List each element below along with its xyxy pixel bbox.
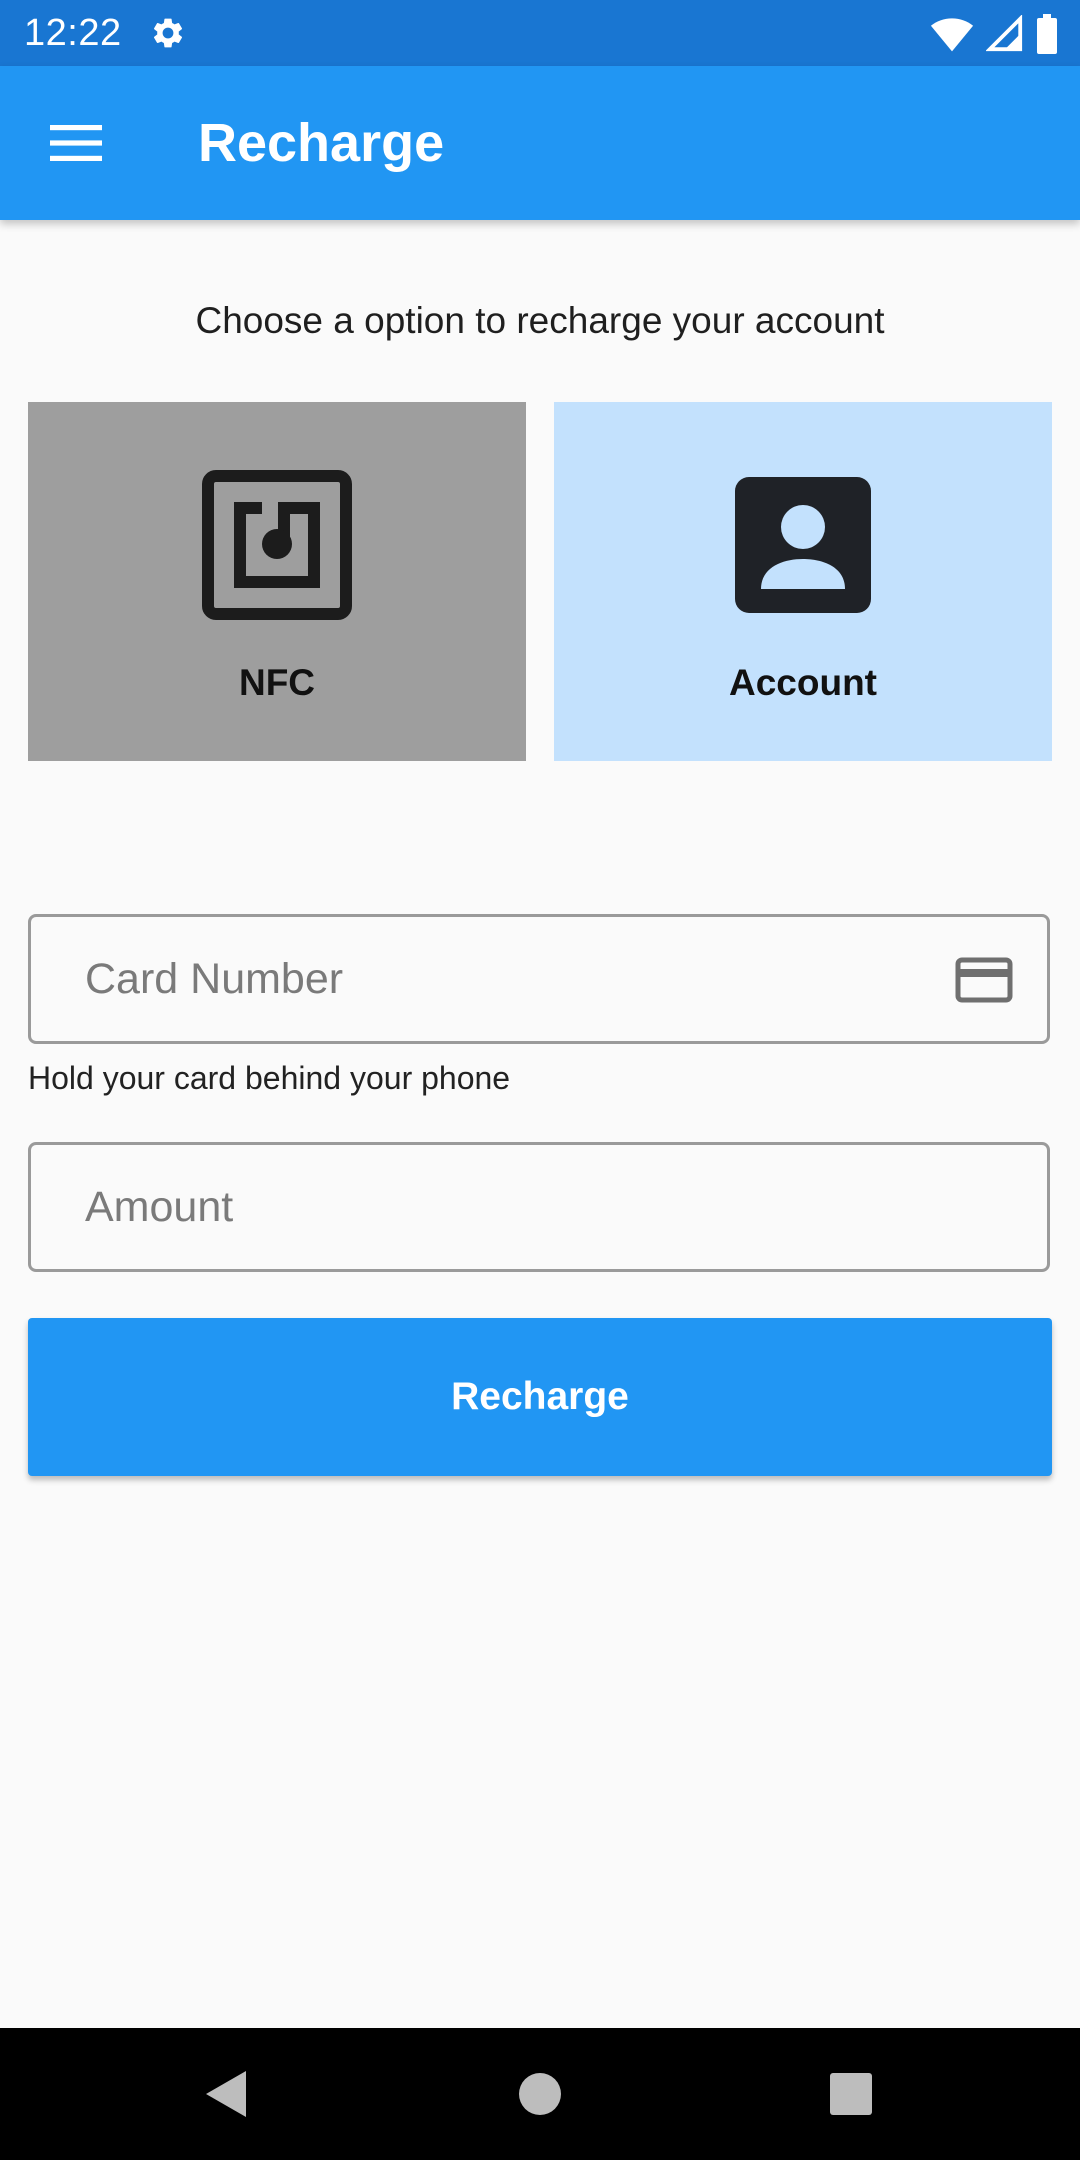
nfc-icon	[202, 470, 352, 620]
navigation-bar	[0, 2028, 1080, 2160]
card-number-field[interactable]: Card Number	[28, 914, 1050, 1044]
option-account[interactable]: Account	[554, 402, 1052, 761]
recents-icon[interactable]	[781, 2028, 921, 2160]
hamburger-menu-icon[interactable]	[38, 108, 114, 178]
app-bar: Recharge	[0, 66, 1080, 220]
card-number-helper: Hold your card behind your phone	[28, 1060, 511, 1096]
status-bar: 12:22	[0, 0, 1080, 66]
status-time: 12:22	[24, 11, 122, 54]
amount-field[interactable]: Amount	[28, 1142, 1050, 1272]
home-icon[interactable]	[470, 2028, 610, 2160]
recharge-button[interactable]: Recharge	[28, 1318, 1052, 1476]
cellular-signal-icon	[985, 14, 1024, 58]
wifi-icon	[930, 15, 974, 58]
settings-gear-icon	[150, 15, 186, 51]
account-box-icon	[728, 470, 878, 620]
credit-card-icon	[955, 957, 1013, 1008]
recharge-prompt: Choose a option to recharge your account	[195, 300, 885, 341]
option-label-nfc: NFC	[238, 662, 316, 703]
option-label-account: Account	[729, 662, 877, 703]
card-number-placeholder: Card Number	[85, 955, 344, 1003]
amount-placeholder: Amount	[85, 1183, 234, 1231]
option-nfc[interactable]: NFC	[28, 402, 526, 761]
back-icon[interactable]	[156, 2028, 296, 2160]
page-title: Recharge	[198, 113, 445, 173]
battery-icon	[1036, 14, 1058, 59]
